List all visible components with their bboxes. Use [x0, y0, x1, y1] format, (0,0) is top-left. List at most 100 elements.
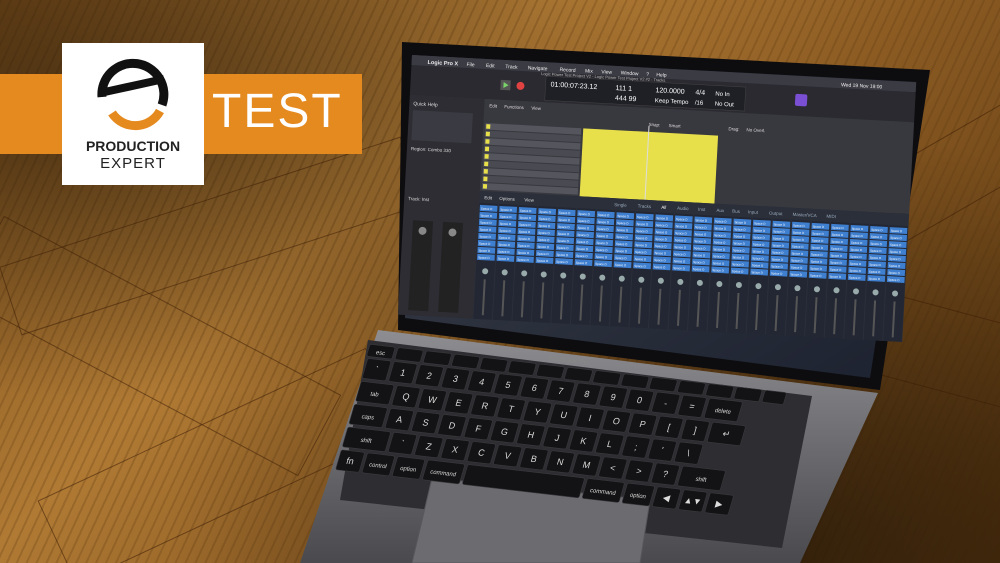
keyboard-key-label: ▲▼: [683, 495, 703, 507]
keyboard-key[interactable]: [733, 386, 763, 402]
plugin-slot-label: Space D: [518, 244, 531, 249]
plugin-slot-label: Space D: [851, 241, 864, 246]
plugin-slot-label: Space D: [656, 230, 669, 235]
keyboard-key[interactable]: [649, 376, 678, 393]
mixer-tab[interactable]: Audio: [677, 206, 689, 212]
mixer-tab[interactable]: Output: [769, 211, 784, 217]
plugin-slot-label: Space D: [732, 262, 745, 267]
plugin-slot-label: Space D: [793, 230, 806, 235]
plugin-slot-label: Space D: [712, 268, 725, 273]
plugin-slot-label: Space D: [499, 221, 512, 226]
tracks-view-menu[interactable]: View: [531, 106, 542, 112]
mixer-options-menu[interactable]: Options: [499, 196, 516, 202]
plugin-slot-label: Space D: [849, 275, 862, 280]
keyboard-key[interactable]: [677, 380, 706, 396]
plugin-slot-label: Space D: [734, 227, 747, 232]
plugin-slot-label: Space D: [519, 230, 532, 235]
plugin-slot-label: Space D: [889, 264, 902, 269]
plugin-slot-label: Space D: [538, 231, 551, 236]
plugin-slot-label: Space D: [715, 219, 728, 224]
plugin-slot-label: Space D: [480, 213, 493, 218]
keyboard-key[interactable]: [705, 383, 734, 399]
plugin-slot-label: Space D: [636, 222, 649, 227]
plugin-slot-label: Space D: [519, 223, 532, 228]
drag-label: Drag:: [728, 126, 739, 132]
mixer-tab[interactable]: Single: [614, 202, 627, 208]
plugin-slot-label: Space D: [871, 235, 884, 240]
mixer-tab[interactable]: Bus: [732, 209, 741, 214]
plugin-slot-label: Space D: [790, 272, 803, 277]
plugin-slot-label: Space D: [715, 226, 728, 231]
keyboard-key[interactable]: [592, 370, 621, 386]
plugin-slot-label: Space D: [693, 267, 706, 272]
plugin-slot-label: Space D: [870, 242, 883, 247]
mixer-tab[interactable]: All: [661, 205, 666, 210]
plugin-slot-label: Space D: [478, 248, 491, 253]
plugin-slot-label: Space D: [597, 220, 610, 225]
snap-label: Snap:: [648, 122, 660, 128]
track-color: [482, 184, 488, 189]
plugin-slot-label: Space D: [713, 261, 726, 266]
plugin-slot-label: Space D: [557, 246, 570, 251]
plugin-slot-label: Space D: [791, 265, 804, 270]
plugin-slot-label: Space D: [616, 242, 629, 247]
plugin-slot-label: Space D: [539, 217, 552, 222]
plugin-slot-label: Space D: [615, 256, 628, 261]
lcd-div: /16: [695, 100, 704, 106]
keyboard-key[interactable]: [394, 347, 424, 363]
mixer-tab[interactable]: Input: [748, 209, 759, 215]
plugin-slot-label: Space D: [850, 261, 863, 266]
track-color: [486, 124, 491, 129]
plugin-slot-label: Space D: [480, 220, 493, 225]
snap-value[interactable]: Smart: [668, 123, 681, 129]
keyboard-key[interactable]: [620, 373, 650, 389]
mixer-tab[interactable]: Aux: [716, 208, 725, 213]
tracks-edit-menu[interactable]: Edit: [489, 103, 498, 108]
plugin-slot-label: Space D: [811, 259, 824, 264]
lcd-in: No In: [715, 91, 730, 98]
keyboard-key[interactable]: [564, 367, 593, 383]
plugin-slot-label: Space D: [539, 210, 552, 215]
plugin-slot-label: Space D: [617, 214, 630, 219]
menu-item[interactable]: File: [466, 62, 475, 68]
keyboard-key[interactable]: [451, 353, 480, 370]
plugin-slot-label: Space D: [771, 271, 784, 276]
production-expert-logo: PRODUCTION EXPERT: [62, 43, 204, 185]
track-color: [484, 161, 489, 167]
plugin-slot-label: Space D: [811, 252, 824, 257]
mixer-tab[interactable]: Inst: [698, 207, 706, 212]
keyboard-key[interactable]: [761, 390, 787, 405]
mixer-edit-menu[interactable]: Edit: [484, 195, 493, 200]
plugin-slot-label: Space D: [637, 215, 650, 220]
plugin-slot-label: Space D: [598, 213, 611, 218]
plugin-slot-label: Space D: [499, 228, 512, 233]
keyboard-key[interactable]: [423, 350, 452, 366]
plugin-slot-label: Space D: [751, 270, 764, 275]
plugin-slot-label: Space D: [869, 270, 882, 275]
menu-item[interactable]: Track: [505, 64, 518, 71]
plugin-slot-label: Space D: [578, 219, 591, 224]
drag-value[interactable]: No Overl.: [746, 127, 765, 133]
plugin-slot-label: Space D: [656, 216, 669, 221]
plugin-slot-label: Space D: [754, 228, 767, 233]
plugin-slot-label: Space D: [479, 234, 492, 239]
keyboard-key[interactable]: [507, 360, 537, 376]
plugin-slot-label: Space D: [869, 263, 882, 268]
plugin-slot-label: Space D: [753, 235, 766, 240]
plugin-slot-label: Space D: [791, 251, 804, 256]
plugin-slot-label: Space D: [654, 258, 667, 263]
plugin-slot-label: Space D: [617, 228, 630, 233]
plugin-slot-label: Space D: [812, 238, 825, 243]
plugin-slot-label: Space D: [596, 248, 609, 253]
mixer-tab[interactable]: MIDI: [826, 214, 836, 220]
plugin-slot-label: Space D: [830, 260, 843, 265]
plugin-slot-label: Space D: [832, 225, 845, 230]
keyboard-key[interactable]: [479, 357, 509, 373]
plugin-slot-label: Space D: [675, 231, 688, 236]
mixer-tab[interactable]: Tracks: [638, 203, 652, 209]
plugin-slot-label: Space D: [868, 277, 881, 282]
menu-item[interactable]: Edit: [486, 63, 496, 69]
keyboard-key[interactable]: [536, 363, 565, 379]
mixer-view-menu[interactable]: View: [524, 197, 535, 203]
plugin-slot-label: Space D: [500, 214, 513, 219]
